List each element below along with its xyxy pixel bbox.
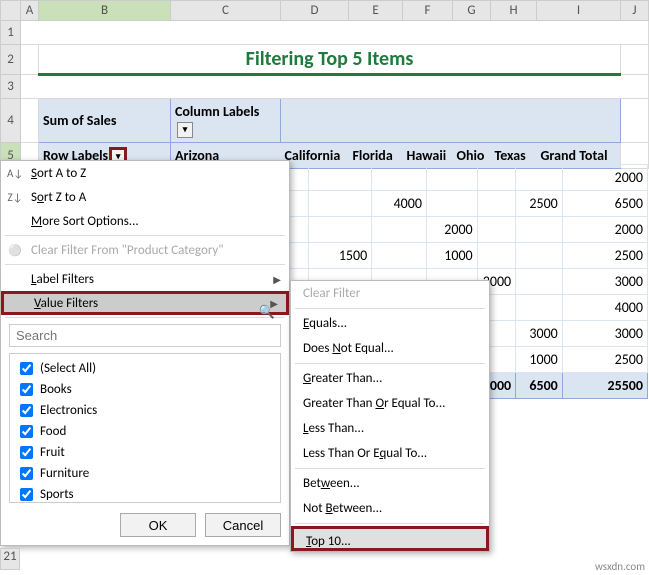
row-1[interactable]: 1 bbox=[1, 21, 21, 45]
col-J[interactable]: J bbox=[621, 1, 649, 21]
column-headers: A B C D E F G H I J bbox=[1, 1, 649, 21]
pivot-col-label[interactable]: Column Labels▾ bbox=[171, 99, 281, 143]
filter-context-menu: A↓SSort A to Zort A to Z Z↓Sort Z to A M… bbox=[0, 160, 290, 546]
ok-button[interactable]: OK bbox=[120, 513, 196, 537]
pivot-sum-label: Sum of Sales bbox=[39, 99, 171, 143]
sub-between[interactable]: Between... bbox=[291, 471, 489, 496]
sub-lte[interactable]: Less Than Or Equal To... bbox=[291, 441, 489, 466]
col-F[interactable]: F bbox=[403, 1, 453, 21]
col-A[interactable]: A bbox=[21, 1, 39, 21]
search-input[interactable] bbox=[9, 324, 281, 347]
label-filters[interactable]: Label Filters▶ bbox=[1, 267, 289, 291]
sort-za[interactable]: Z↓Sort Z to A bbox=[1, 185, 289, 209]
col-E[interactable]: E bbox=[349, 1, 403, 21]
col-B[interactable]: B bbox=[39, 1, 171, 21]
search-wrap: 🔍 bbox=[1, 320, 289, 351]
col-H[interactable]: H bbox=[491, 1, 537, 21]
value-filters[interactable]: Value Filters▶ bbox=[1, 291, 289, 315]
page-title: Filtering Top 5 Items bbox=[39, 45, 621, 75]
sort-az[interactable]: A↓SSort A to Zort A to Z bbox=[1, 161, 289, 185]
search-icon: 🔍 bbox=[259, 305, 275, 320]
sub-top-10[interactable]: Top 10... bbox=[291, 526, 489, 551]
check-select-all[interactable]: (Select All) bbox=[14, 358, 276, 379]
sort-az-icon: A↓ bbox=[7, 167, 23, 180]
col-D[interactable]: D bbox=[281, 1, 349, 21]
sub-not-equal[interactable]: Does Not Equal... bbox=[291, 336, 489, 361]
row-2[interactable]: 2 bbox=[1, 45, 21, 75]
sub-greater-than[interactable]: Greater Than... bbox=[291, 366, 489, 391]
filter-checklist[interactable]: (Select All) Books Electronics Food Frui… bbox=[9, 353, 281, 503]
col-G[interactable]: G bbox=[453, 1, 491, 21]
sub-gte[interactable]: Greater Than Or Equal To... bbox=[291, 391, 489, 416]
row-3[interactable]: 3 bbox=[1, 75, 21, 99]
sub-not-between[interactable]: Not Between... bbox=[291, 496, 489, 521]
sort-za-icon: Z↓ bbox=[7, 191, 23, 204]
chevron-right-icon: ▶ bbox=[273, 273, 281, 286]
watermark: wsxdn.com bbox=[595, 560, 645, 573]
clear-filter: ⚪Clear Filter From "Product Category" bbox=[1, 238, 289, 262]
check-food[interactable]: Food bbox=[14, 421, 276, 442]
cancel-button[interactable]: Cancel bbox=[205, 513, 281, 537]
check-electronics[interactable]: Electronics bbox=[14, 400, 276, 421]
sub-less-than[interactable]: Less Than... bbox=[291, 416, 489, 441]
value-filters-submenu: Clear Filter Equals... Does Not Equal...… bbox=[290, 280, 490, 552]
funnel-clear-icon: ⚪ bbox=[7, 244, 23, 257]
col-C[interactable]: C bbox=[171, 1, 281, 21]
check-sports[interactable]: Sports bbox=[14, 484, 276, 503]
spreadsheet-grid: A B C D E F G H I J 1 2 Filtering Top 5 … bbox=[0, 0, 649, 169]
col-I[interactable]: I bbox=[537, 1, 621, 21]
row-21[interactable]: 21 bbox=[0, 548, 20, 570]
row-4[interactable]: 4 bbox=[1, 99, 21, 143]
sub-clear-filter: Clear Filter bbox=[291, 281, 489, 306]
more-sort-options[interactable]: More Sort Options... bbox=[1, 209, 289, 233]
check-books[interactable]: Books bbox=[14, 379, 276, 400]
chevron-down-icon[interactable]: ▾ bbox=[177, 122, 193, 138]
sub-equals[interactable]: Equals... bbox=[291, 311, 489, 336]
check-furniture[interactable]: Furniture bbox=[14, 463, 276, 484]
check-fruit[interactable]: Fruit bbox=[14, 442, 276, 463]
